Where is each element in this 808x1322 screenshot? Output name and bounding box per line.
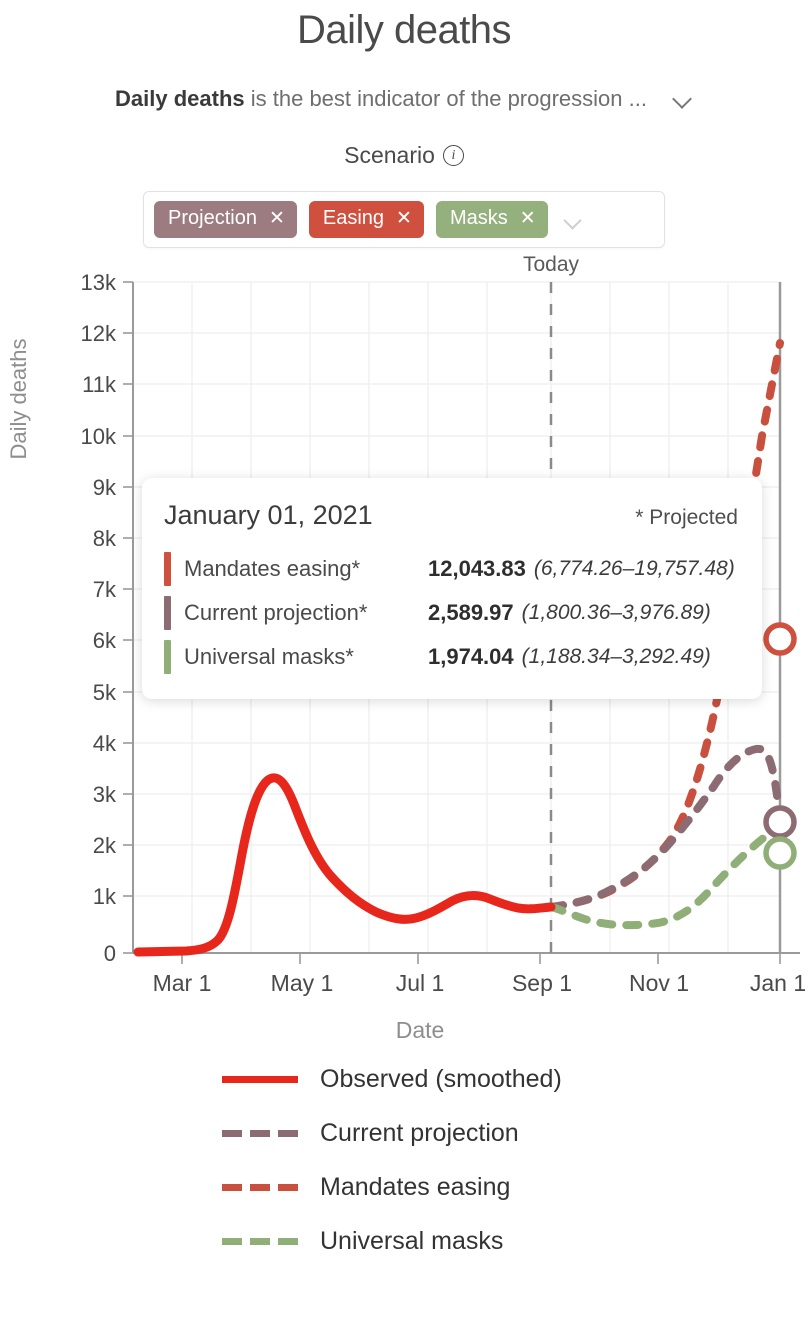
tooltip-series-name: Current projection* (184, 600, 368, 625)
tooltip-projected-note: * Projected (635, 506, 738, 529)
tooltip-color-swatch (164, 640, 171, 674)
chip-label: Masks (449, 207, 508, 229)
y-tick-label: 7k (93, 577, 117, 602)
chart-area[interactable]: Today 13k 12k 11k 10k 9k 8k 7k 6k 5k 4k … (0, 253, 808, 1046)
tooltip-series-ci: (1,800.36–3,976.89) (521, 601, 711, 624)
legend-label: Mandates easing (320, 1172, 511, 1201)
subtitle-rest: is the best indicator of the progression… (244, 86, 647, 111)
legend-item-universal-masks[interactable]: Universal masks (222, 1214, 808, 1268)
tooltip-color-swatch (164, 596, 171, 630)
today-annotation-label: Today (522, 253, 580, 276)
tooltip-series-ci: (6,774.26–19,757.48) (533, 557, 735, 580)
tooltip-color-swatch (164, 552, 171, 586)
y-tick-label: 5k (93, 680, 117, 705)
tooltip-series-value: 1,974.04 (428, 644, 514, 669)
scenario-label: Scenario (344, 142, 435, 168)
chart-tooltip: January 01, 2021 * Projected Mandates ea… (142, 478, 762, 699)
chevron-down-icon[interactable] (562, 209, 584, 231)
x-tick-marks (181, 953, 781, 964)
x-tick-label: Mar 1 (153, 970, 212, 996)
y-tick-marks (123, 281, 133, 954)
endpoint-marker-current-projection[interactable] (763, 805, 797, 839)
chip-remove-icon[interactable]: ✕ (396, 209, 412, 228)
tooltip-series-value: 12,043.83 (428, 556, 526, 581)
scenario-chip-bar[interactable]: Projection ✕ Easing ✕ Masks ✕ (143, 191, 665, 248)
x-tick-label: May 1 (271, 970, 334, 996)
subtitle-text: Daily deaths is the best indicator of th… (115, 86, 647, 112)
y-tick-label: 9k (93, 475, 117, 500)
legend-label: Current projection (320, 1118, 519, 1147)
x-tick-labels: Mar 1 May 1 Jul 1 Sep 1 Nov 1 Jan 1 (153, 970, 807, 996)
series-observed-smoothed (133, 773, 556, 957)
series-current-projection (547, 744, 784, 911)
legend-swatch-dashed (222, 1237, 298, 1245)
tooltip-series-name: Mandates easing* (184, 556, 361, 581)
tooltip-series-name: Universal masks* (184, 644, 354, 669)
scenario-chip-easing[interactable]: Easing ✕ (308, 201, 424, 238)
legend-item-current-projection[interactable]: Current projection (222, 1106, 808, 1160)
tooltip-series-value: 2,589.97 (428, 600, 514, 625)
scenario-chip-projection[interactable]: Projection ✕ (154, 201, 297, 238)
chart-legend: Observed (smoothed) Current projection M… (0, 1052, 808, 1268)
chip-remove-icon[interactable]: ✕ (269, 209, 285, 228)
scenario-row: Scenario i (0, 142, 808, 169)
tooltip-date: January 01, 2021 (164, 500, 373, 530)
subtitle-bold: Daily deaths (115, 86, 245, 111)
scenario-chip-masks[interactable]: Masks ✕ (435, 201, 548, 238)
x-tick-label: Sep 1 (512, 970, 572, 996)
tooltip-series-ci: (1,188.34–3,292.49) (521, 645, 711, 668)
chevron-down-icon[interactable] (673, 89, 693, 109)
legend-swatch-dashed (222, 1129, 298, 1137)
y-tick-label: 0 (104, 941, 116, 966)
y-tick-label: 13k (81, 270, 117, 295)
tooltip-row: Mandates easing* 12,043.83 (6,774.26–19,… (164, 547, 738, 591)
tooltip-row: Universal masks* 1,974.04 (1,188.34–3,29… (164, 635, 738, 679)
y-tick-label: 11k (82, 372, 117, 397)
info-icon[interactable]: i (442, 145, 464, 166)
legend-label: Universal masks (320, 1226, 504, 1255)
x-tick-label: Jan 1 (750, 970, 806, 996)
y-tick-label: 10k (81, 424, 117, 449)
y-tick-label: 8k (93, 526, 117, 551)
chip-label: Easing (322, 207, 385, 229)
chip-remove-icon[interactable]: ✕ (520, 209, 536, 228)
x-tick-label: Nov 1 (629, 970, 689, 996)
legend-swatch-solid (222, 1075, 298, 1083)
y-tick-label: 3k (93, 782, 117, 807)
y-tick-label: 6k (93, 628, 117, 653)
y-tick-labels: 13k 12k 11k 10k 9k 8k 7k 6k 5k 4k 3k 2k … (81, 270, 117, 966)
page-title: Daily deaths (296, 8, 512, 52)
y-tick-label: 2k (93, 833, 117, 858)
subtitle-row[interactable]: Daily deaths is the best indicator of th… (0, 86, 808, 112)
legend-item-mandates-easing[interactable]: Mandates easing (222, 1160, 808, 1214)
legend-swatch-dashed (222, 1183, 298, 1191)
y-tick-label: 1k (93, 884, 117, 909)
tooltip-header: January 01, 2021 * Projected (164, 500, 738, 531)
x-axis-title: Date (396, 1017, 445, 1043)
legend-label: Observed (smoothed) (320, 1064, 562, 1093)
chip-label: Projection (168, 207, 257, 229)
y-tick-label: 12k (81, 321, 117, 346)
y-tick-label: 4k (93, 731, 117, 756)
tooltip-row: Current projection* 2,589.97 (1,800.36–3… (164, 591, 738, 635)
legend-item-observed[interactable]: Observed (smoothed) (222, 1052, 808, 1106)
endpoint-marker-mandates-easing[interactable] (763, 622, 797, 656)
x-tick-label: Jul 1 (396, 970, 445, 996)
endpoint-marker-universal-masks[interactable] (763, 836, 797, 870)
